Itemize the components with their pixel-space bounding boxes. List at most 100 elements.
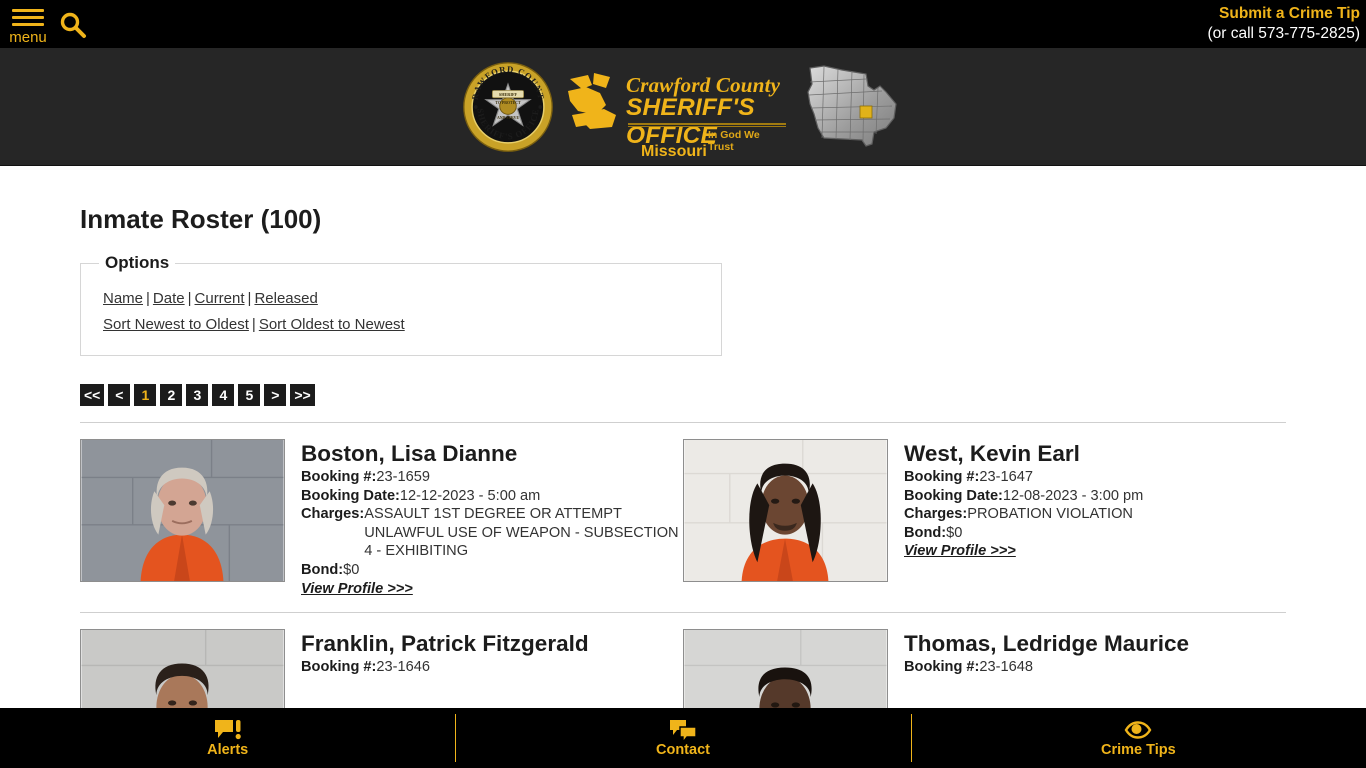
sort-link-oldest-to-newest[interactable]: Sort Oldest to Newest	[259, 316, 405, 333]
bond-label: Bond:	[301, 561, 344, 578]
eye-icon	[1124, 721, 1152, 739]
crime-tip-block: Submit a Crime Tip (or call 573-775-2825…	[1207, 4, 1366, 44]
booking-number-label: Booking #:	[904, 469, 980, 485]
options-legend: Options	[105, 253, 170, 272]
booking-number-value: 23-1647	[979, 469, 1033, 485]
footer-item-crime-tips[interactable]: Crime Tips	[910, 714, 1366, 762]
booking-number-line: Booking #:23-1647	[904, 468, 1143, 487]
filter-link-name[interactable]: Name	[103, 290, 143, 307]
mugshot-photo	[80, 439, 285, 582]
page-first-button[interactable]: <<	[80, 384, 105, 406]
charges-label: Charges:	[904, 506, 968, 523]
hamburger-icon[interactable]	[12, 8, 44, 30]
menu-label: menu	[9, 28, 47, 46]
booking-date-line: Booking Date:12-12-2023 - 5:00 am	[301, 487, 683, 506]
booking-number-label: Booking #:	[904, 658, 980, 675]
filter-link-released[interactable]: Released	[254, 290, 317, 307]
inmate-card: West, Kevin Earl Booking #:23-1647 Booki…	[683, 439, 1286, 598]
top-bar-left-group: menu	[0, 4, 88, 45]
mugshot-photo	[683, 439, 888, 582]
eagle-emblem-icon	[568, 72, 616, 129]
main-content: Inmate Roster (100) Options Name | Date | Cu…	[0, 204, 1366, 768]
booking-number-value: 23-1646	[376, 658, 430, 675]
footer-bar: Alerts Contact Crime Tips	[0, 708, 1366, 768]
page-button-1[interactable]: 1	[134, 384, 157, 406]
charges-values: PROBATION VIOLATION	[967, 505, 1133, 524]
page-last-button[interactable]: >>	[290, 384, 315, 406]
search-icon[interactable]	[58, 10, 88, 45]
wordmark-motto: In God We Trust	[708, 128, 760, 153]
options-filter-row: Name | Date | Current | Released	[103, 290, 703, 307]
options-panel: Options Name | Date | Current | Released Sort …	[80, 253, 722, 356]
filter-link-current[interactable]: Current	[195, 290, 245, 307]
charges-line: Charges: PROBATION VIOLATION	[904, 505, 1143, 524]
view-profile-link[interactable]: View Profile >>>	[904, 543, 1016, 559]
page-prev-button[interactable]: <	[108, 384, 131, 406]
options-sort-row: Sort Newest to Oldest | Sort Oldest to New…	[103, 316, 703, 333]
alert-bubble-icon	[214, 720, 241, 740]
charges-values: ASSAULT 1ST DEGREE OR ATTEMPT UNLAWFUL U…	[364, 505, 683, 561]
inmate-name: Boston, Lisa Dianne	[301, 441, 518, 466]
crime-tip-phone: (or call 573-775-2825)	[1207, 25, 1360, 42]
page-button-3[interactable]: 3	[186, 384, 209, 406]
missouri-state-map	[807, 64, 897, 147]
svg-text:SHERIFF: SHERIFF	[499, 92, 518, 97]
svg-text:AND SERVE: AND SERVE	[497, 115, 519, 119]
page-button-5[interactable]: 5	[238, 384, 261, 406]
charge-item: ASSAULT 1ST DEGREE OR ATTEMPT	[364, 506, 622, 523]
bond-value: $0	[343, 561, 360, 578]
separator: |	[251, 316, 256, 333]
inmate-name: Thomas, Ledridge Maurice	[904, 630, 1190, 656]
booking-number-value: 23-1648	[979, 658, 1033, 675]
inmate-info: Boston, Lisa Dianne Booking #:23-1659 Bo…	[301, 439, 683, 598]
charge-item: PROBATION VIOLATION	[967, 506, 1133, 523]
top-bar: menu Submit a Crime Tip (or call 573-775…	[0, 0, 1366, 48]
menu-button[interactable]: menu	[8, 4, 48, 45]
inmate-name: Franklin, Patrick Fitzgerald	[301, 630, 589, 656]
wordmark-divider	[628, 122, 786, 127]
pagination: << < 1 2 3 4 5 > >>	[80, 384, 1286, 406]
page-next-button[interactable]: >	[264, 384, 287, 406]
charges-line: Charges: ASSAULT 1ST DEGREE OR ATTEMPT U…	[301, 505, 683, 561]
bond-label: Bond:	[904, 524, 947, 541]
inmate-info: West, Kevin Earl Booking #:23-1647 Booki…	[904, 439, 1143, 598]
page-button-4[interactable]: 4	[212, 384, 235, 406]
booking-date-line: Booking Date:12-08-2023 - 3:00 pm	[904, 487, 1143, 506]
view-profile-link[interactable]: View Profile >>>	[301, 581, 413, 597]
bond-value: $0	[946, 524, 963, 541]
booking-date-label: Booking Date:	[904, 487, 1003, 504]
sheriff-wordmark: Crawford County SHERIFF'S OFFICE In God …	[566, 59, 788, 160]
charges-label: Charges:	[301, 506, 365, 523]
submit-crime-tip-link[interactable]: Submit a Crime Tip	[1207, 4, 1360, 24]
booking-number-label: Booking #:	[301, 469, 377, 485]
footer-item-alerts[interactable]: Alerts	[0, 716, 455, 760]
booking-date-value: 12-12-2023 - 5:00 am	[399, 487, 541, 504]
footer-label-contact: Contact	[656, 742, 710, 758]
footer-label-alerts: Alerts	[207, 742, 249, 758]
footer-item-contact[interactable]: Contact	[455, 714, 910, 762]
chat-bubbles-icon	[669, 720, 697, 742]
booking-number-line: Booking #:23-1646	[301, 658, 589, 677]
logo-bar: CRAWFORD COUNTY SHERIFF'S OFFICE SHERIFF…	[0, 48, 1366, 166]
bond-line: Bond:$0	[301, 561, 683, 580]
booking-number-value: 23-1659	[376, 469, 430, 485]
separator: |	[146, 290, 150, 307]
bond-line: Bond:$0	[904, 524, 1143, 543]
page-button-2[interactable]: 2	[160, 384, 183, 406]
roster-row: Boston, Lisa Dianne Booking #:23-1659 Bo…	[80, 422, 1286, 598]
booking-date-label: Booking Date:	[301, 487, 400, 504]
separator: |	[247, 290, 252, 307]
booking-number-label: Booking #:	[301, 658, 377, 675]
booking-number-line: Booking #:23-1648	[904, 658, 1189, 677]
sheriff-badge-seal: CRAWFORD COUNTY SHERIFF'S OFFICE SHERIFF…	[462, 61, 553, 152]
inmate-card: Boston, Lisa Dianne Booking #:23-1659 Bo…	[80, 439, 683, 598]
charge-item: UNLAWFUL USE OF WEAPON - SUBSECTION 4 - …	[364, 524, 679, 560]
sort-link-newest-to-oldest[interactable]: Sort Newest to Oldest	[103, 316, 249, 333]
page-title: Inmate Roster (100)	[80, 204, 322, 234]
svg-text:TO PROTECT: TO PROTECT	[495, 100, 521, 104]
footer-label-crime-tips: Crime Tips	[1100, 742, 1176, 758]
filter-link-date[interactable]: Date	[153, 290, 185, 307]
separator: |	[187, 290, 192, 307]
wordmark-state: Missouri	[641, 142, 707, 160]
booking-number-line: Booking #:23-1659	[301, 468, 683, 487]
